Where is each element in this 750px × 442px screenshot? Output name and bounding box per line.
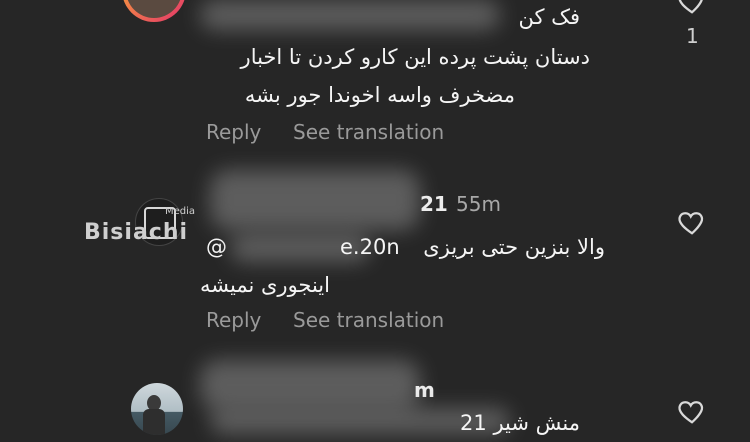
- comment-text-line: مضخرف واسه اخوندا جور بشه: [244, 83, 515, 107]
- watermark-text: Bisiachi: [84, 220, 189, 245]
- see-translation-button[interactable]: See translation: [293, 120, 444, 144]
- mention-tail: e.20n: [340, 235, 400, 259]
- commenter-avatar[interactable]: [122, 0, 186, 22]
- see-translation-button[interactable]: See translation: [293, 308, 444, 332]
- heart-outline-icon[interactable]: [676, 0, 708, 16]
- heart-outline-icon[interactable]: [676, 396, 708, 426]
- commenter-avatar[interactable]: [131, 383, 183, 435]
- comment-time: 55m: [456, 192, 501, 216]
- reply-button[interactable]: Reply: [206, 120, 261, 144]
- comment-text-line: دستان پشت پرده این کارو کردن تا اخبار: [240, 45, 590, 69]
- watermark-tag: Media: [165, 206, 196, 217]
- heart-outline-icon[interactable]: [676, 207, 708, 237]
- username-tail: m: [414, 378, 435, 402]
- redacted-username: [200, 360, 420, 410]
- username-tail: 21: [420, 192, 448, 216]
- mention-prefix: @: [206, 235, 227, 259]
- comment-text-line: منش شیر 21: [460, 411, 580, 435]
- reply-button[interactable]: Reply: [206, 308, 261, 332]
- comment-text-line: اینجوری نمیشه: [200, 273, 330, 297]
- comment-text-line: والا بنزین حتی بریزی: [423, 235, 605, 259]
- comment-text-line: فک کن: [518, 5, 581, 29]
- like-count: 1: [686, 24, 699, 48]
- redacted-username: [210, 170, 420, 230]
